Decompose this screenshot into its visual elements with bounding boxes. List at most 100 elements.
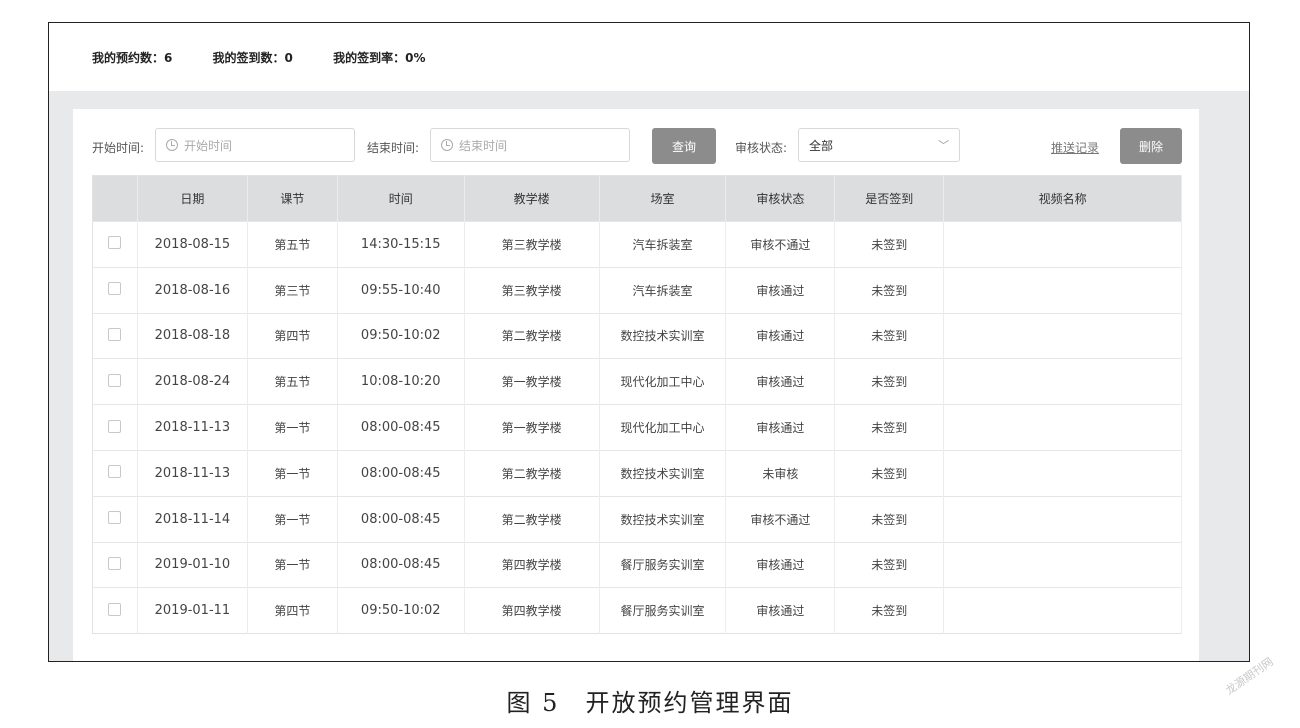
table-row[interactable]: 2018-08-18 第四节 09:50-10:02 第二教学楼 数控技术实训室 审核通过…	[92, 312, 1182, 359]
time-cell: 09:55-10:40	[337, 266, 465, 314]
building-cell: 第二教学楼	[464, 312, 600, 359]
date-cell: 2018-08-16	[137, 266, 248, 314]
video-name-cell	[943, 358, 1182, 405]
end-time-input[interactable]: 结束时间	[430, 128, 630, 162]
table-row[interactable]: 2018-08-16 第三节 09:55-10:40 第三教学楼 汽车拆装室 审核通过 未签…	[92, 266, 1182, 314]
date-cell: 2018-11-13	[137, 449, 248, 497]
review-status-cell: 审核不通过	[725, 495, 836, 543]
signin-cell: 未签到	[834, 358, 945, 405]
review-status-cell: 未审核	[725, 449, 836, 497]
select-column-header	[92, 175, 138, 222]
signin-cell: 未签到	[834, 221, 945, 268]
row-checkbox[interactable]	[108, 465, 122, 479]
time-cell: 08:00-08:45	[337, 495, 465, 543]
row-checkbox[interactable]	[108, 602, 122, 616]
row-checkbox[interactable]	[108, 419, 122, 433]
row-checkbox[interactable]	[108, 556, 122, 570]
period-column-header: 课节	[247, 175, 338, 222]
time-cell: 09:50-10:02	[337, 312, 465, 359]
review-status-select[interactable]: 全部 ﹀	[798, 128, 960, 162]
date-cell: 2018-08-24	[137, 358, 248, 405]
review-status-column-header: 审核状态	[725, 175, 836, 222]
signin-cell: 未签到	[834, 404, 945, 451]
time-column-header: 时间	[337, 175, 465, 222]
reservation-table: 日期 课节 时间 教学楼 场室 审核状态 是否签到 视频名称 2018-08-1…	[92, 175, 1182, 635]
building-cell: 第一教学楼	[464, 404, 600, 451]
table-row[interactable]: 2018-11-13 第一节 08:00-08:45 第一教学楼 现代化加工中心 审核通过…	[92, 404, 1182, 451]
table-row[interactable]: 2018-08-15 第五节 14:30-15:15 第三教学楼 汽车拆装室 审核不通过未…	[92, 221, 1182, 268]
video-name-cell	[943, 587, 1182, 634]
date-cell: 2018-11-13	[137, 404, 248, 451]
row-select-cell	[92, 449, 138, 497]
row-select-cell	[92, 358, 138, 405]
date-cell: 2018-11-14	[137, 495, 248, 543]
row-select-cell	[92, 541, 138, 588]
date-cell: 2018-08-18	[137, 312, 248, 359]
review-status-cell: 审核通过	[725, 358, 836, 405]
row-select-cell	[92, 312, 138, 359]
push-record-link[interactable]: 推送记录	[1051, 139, 1099, 156]
delete-button[interactable]: 删除	[1120, 128, 1182, 164]
table-row[interactable]: 2018-11-13 第一节 08:00-08:45 第二教学楼 数控技术实训室 未审核未…	[92, 449, 1182, 497]
time-cell: 08:00-08:45	[337, 404, 465, 451]
query-button[interactable]: 查询	[652, 128, 716, 164]
video-name-cell	[943, 495, 1182, 543]
row-checkbox[interactable]	[108, 373, 122, 387]
row-checkbox[interactable]	[108, 327, 122, 341]
time-cell: 14:30-15:15	[337, 221, 465, 268]
building-cell: 第二教学楼	[464, 449, 600, 497]
video-name-cell	[943, 404, 1182, 451]
room-cell: 数控技术实训室	[599, 449, 727, 497]
date-cell: 2019-01-11	[137, 587, 248, 634]
building-cell: 第四教学楼	[464, 587, 600, 634]
clock-icon	[166, 139, 178, 151]
room-cell: 餐厅服务实训室	[599, 541, 727, 588]
table-row[interactable]: 2019-01-10 第一节 08:00-08:45 第四教学楼 餐厅服务实训室 审核通过…	[92, 541, 1182, 588]
period-cell: 第一节	[247, 541, 338, 588]
room-cell: 数控技术实训室	[599, 495, 727, 543]
review-status-value: 全部	[809, 138, 834, 153]
table-header-row: 日期 课节 时间 教学楼 场室 审核状态 是否签到 视频名称	[92, 175, 1182, 222]
table-row[interactable]: 2018-08-24 第五节 10:08-10:20 第一教学楼 现代化加工中心 审核通过…	[92, 358, 1182, 405]
building-cell: 第四教学楼	[464, 541, 600, 588]
signin-cell: 未签到	[834, 541, 945, 588]
period-cell: 第五节	[247, 221, 338, 268]
room-cell: 餐厅服务实训室	[599, 587, 727, 634]
clock-icon	[441, 139, 453, 151]
row-select-cell	[92, 587, 138, 634]
video-name-column-header: 视频名称	[943, 175, 1182, 222]
room-cell: 汽车拆装室	[599, 221, 727, 268]
table-row[interactable]: 2018-11-14 第一节 08:00-08:45 第二教学楼 数控技术实训室 审核不通…	[92, 495, 1182, 543]
date-cell: 2019-01-10	[137, 541, 248, 588]
signin-cell: 未签到	[834, 587, 945, 634]
chevron-down-icon: ﹀	[938, 139, 949, 152]
signin-cell: 未签到	[834, 266, 945, 314]
row-checkbox[interactable]	[108, 511, 122, 525]
row-checkbox[interactable]	[108, 236, 122, 250]
row-select-cell	[92, 404, 138, 451]
time-cell: 09:50-10:02	[337, 587, 465, 634]
building-column-header: 教学楼	[464, 175, 600, 222]
end-time-placeholder: 结束时间	[459, 138, 508, 153]
figure-caption: 图 5 开放预约管理界面	[506, 689, 794, 717]
time-cell: 08:00-08:45	[337, 541, 465, 588]
date-cell: 2018-08-15	[137, 221, 248, 268]
row-select-cell	[92, 266, 138, 314]
review-status-cell: 审核不通过	[725, 221, 836, 268]
stats-bar: 我的预约数：6 我的签到数：0 我的签到率：0%	[92, 49, 461, 69]
review-status-cell: 审核通过	[725, 312, 836, 359]
period-cell: 第一节	[247, 495, 338, 543]
room-cell: 汽车拆装室	[599, 266, 727, 314]
period-cell: 第四节	[247, 587, 338, 634]
table-body: 2018-08-15 第五节 14:30-15:15 第三教学楼 汽车拆装室 审核不通过未…	[92, 221, 1182, 634]
room-column-header: 场室	[599, 175, 727, 222]
table-row[interactable]: 2019-01-11 第四节 09:50-10:02 第四教学楼 餐厅服务实训室 审核通过…	[92, 587, 1182, 634]
video-name-cell	[943, 541, 1182, 588]
review-status-cell: 审核通过	[725, 404, 836, 451]
room-cell: 数控技术实训室	[599, 312, 727, 359]
end-time-label: 结束时间:	[367, 141, 420, 155]
start-time-input[interactable]: 开始时间	[155, 128, 355, 162]
video-name-cell	[943, 266, 1182, 314]
row-checkbox[interactable]	[108, 282, 122, 296]
start-time-label: 开始时间:	[92, 141, 145, 155]
